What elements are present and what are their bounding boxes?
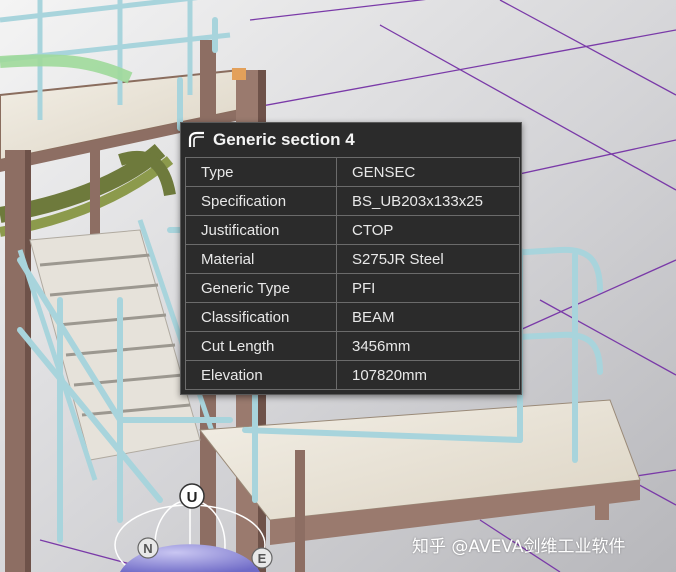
generic-section-icon [187,130,207,150]
attribute-key: Elevation [185,360,337,390]
compass-up-label[interactable]: U [187,489,198,506]
table-row: Material S275JR Steel [185,244,520,274]
compass-north-label[interactable]: N [143,541,152,556]
attribute-key: Specification [185,186,337,216]
attribute-value: PFI [336,273,520,303]
table-row: Cut Length 3456mm [185,331,520,361]
attribute-value: BEAM [336,302,520,332]
table-row: Generic Type PFI [185,273,520,303]
tooltip-title: Generic section 4 [213,130,355,149]
compass-east-label[interactable]: E [258,551,267,566]
attribute-value: S275JR Steel [336,244,520,274]
attribute-value: 107820mm [336,360,520,390]
attribute-key: Material [185,244,337,274]
attribute-value: GENSEC [336,157,520,187]
attribute-value: BS_UB203x133x25 [336,186,520,216]
table-row: Classification BEAM [185,302,520,332]
table-row: Elevation 107820mm [185,360,520,390]
attribute-key: Justification [185,215,337,245]
attribute-value: 3456mm [336,331,520,361]
attribute-value: CTOP [336,215,520,245]
table-row: Specification BS_UB203x133x25 [185,186,520,216]
attribute-key: Type [185,157,337,187]
attributes-tooltip: Generic section 4 Type GENSEC Specificat… [180,122,522,395]
attributes-table: Type GENSEC Specification BS_UB203x133x2… [185,157,520,390]
attribute-key: Generic Type [185,273,337,303]
table-row: Justification CTOP [185,215,520,245]
watermark: 知乎 @AVEVA剑维工业软件 [412,537,626,557]
attribute-key: Cut Length [185,331,337,361]
table-row: Type GENSEC [185,157,520,187]
tooltip-header: Generic section 4 [181,123,521,157]
marker [232,68,246,80]
attribute-key: Classification [185,302,337,332]
